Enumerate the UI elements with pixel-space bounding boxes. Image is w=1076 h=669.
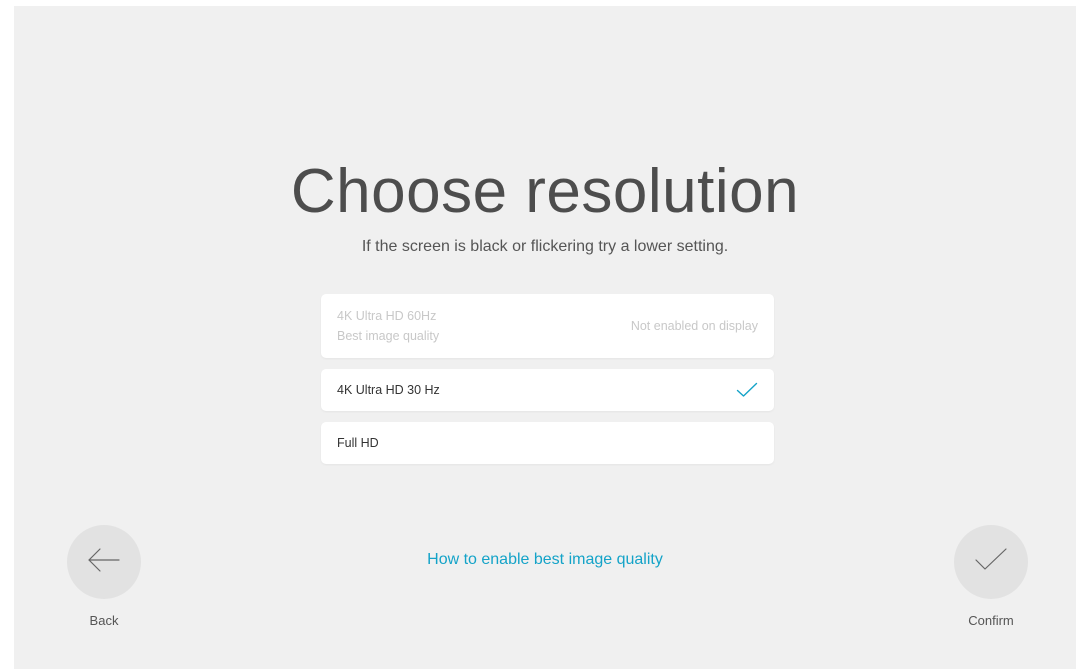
confirm-label: Confirm — [968, 613, 1014, 628]
confirm-button[interactable] — [954, 525, 1028, 599]
option-4k-30hz[interactable]: 4K Ultra HD 30 Hz — [321, 369, 774, 411]
selected-check-icon — [736, 382, 758, 398]
resolution-options-list: 4K Ultra HD 60Hz Best image quality Not … — [321, 294, 774, 475]
option-full-hd[interactable]: Full HD — [321, 422, 774, 464]
option-label: Full HD — [337, 436, 379, 450]
option-4k-60hz[interactable]: 4K Ultra HD 60Hz Best image quality Not … — [321, 294, 774, 358]
option-status: Not enabled on display — [630, 319, 758, 333]
page-subtitle: If the screen is black or flickering try… — [361, 238, 729, 255]
help-link[interactable]: How to enable best image quality — [14, 549, 1076, 571]
option-label: 4K Ultra HD 30 Hz — [337, 383, 440, 397]
back-label: Back — [89, 613, 119, 628]
resolution-screen: Choose resolution If the screen is black… — [14, 6, 1076, 669]
option-sublabel: Best image quality — [337, 329, 440, 343]
option-label: 4K Ultra HD 60Hz — [337, 309, 437, 323]
page-title: Choose resolution — [290, 157, 800, 226]
arrow-left-icon — [87, 547, 121, 578]
checkmark-icon — [974, 547, 1008, 578]
option-text: 4K Ultra HD 60Hz Best image quality — [337, 307, 439, 345]
back-button[interactable] — [67, 525, 141, 599]
